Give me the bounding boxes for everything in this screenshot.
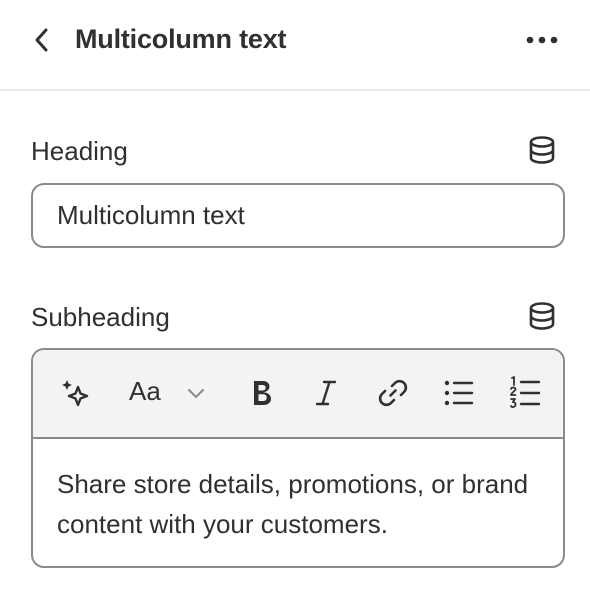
ellipsis-icon	[526, 36, 558, 44]
font-style-dropdown[interactable]: Aa	[127, 372, 213, 414]
chevron-down-icon	[188, 389, 204, 398]
sparkle-icon	[62, 380, 89, 407]
link-button[interactable]	[375, 372, 411, 414]
database-icon	[529, 302, 555, 330]
back-button[interactable]	[26, 22, 58, 58]
font-style-label: Aa	[129, 376, 161, 406]
subheading-label: Subheading	[31, 302, 170, 332]
database-icon	[529, 136, 555, 164]
italic-icon	[315, 380, 337, 406]
subheading-dynamic-source-button[interactable]	[528, 301, 556, 331]
link-icon	[378, 379, 408, 407]
ai-generate-button[interactable]	[57, 372, 93, 414]
heading-input-value: Multicolumn text	[57, 200, 245, 230]
chevron-left-icon	[35, 28, 48, 52]
heading-dynamic-source-button[interactable]	[528, 135, 556, 165]
bold-icon	[254, 381, 271, 405]
page-title: Multicolumn text	[75, 24, 287, 54]
heading-input[interactable]: Multicolumn text	[31, 183, 565, 248]
numbered-list-icon	[510, 376, 541, 408]
panel-header: Multicolumn text	[0, 0, 590, 91]
italic-button[interactable]	[311, 372, 341, 414]
heading-label: Heading	[31, 136, 128, 166]
bullet-list-icon	[444, 380, 474, 406]
rich-text-toolbar: Aa	[33, 350, 563, 439]
subheading-rich-text-editor: Aa Share store details, promotions, or b…	[31, 348, 565, 568]
subheading-text-area[interactable]: Share store details, promotions, or bran…	[57, 464, 547, 544]
more-actions-button[interactable]	[520, 22, 564, 58]
bold-button[interactable]	[247, 372, 277, 414]
numbered-list-button[interactable]	[507, 372, 543, 414]
bullet-list-button[interactable]	[441, 372, 477, 414]
